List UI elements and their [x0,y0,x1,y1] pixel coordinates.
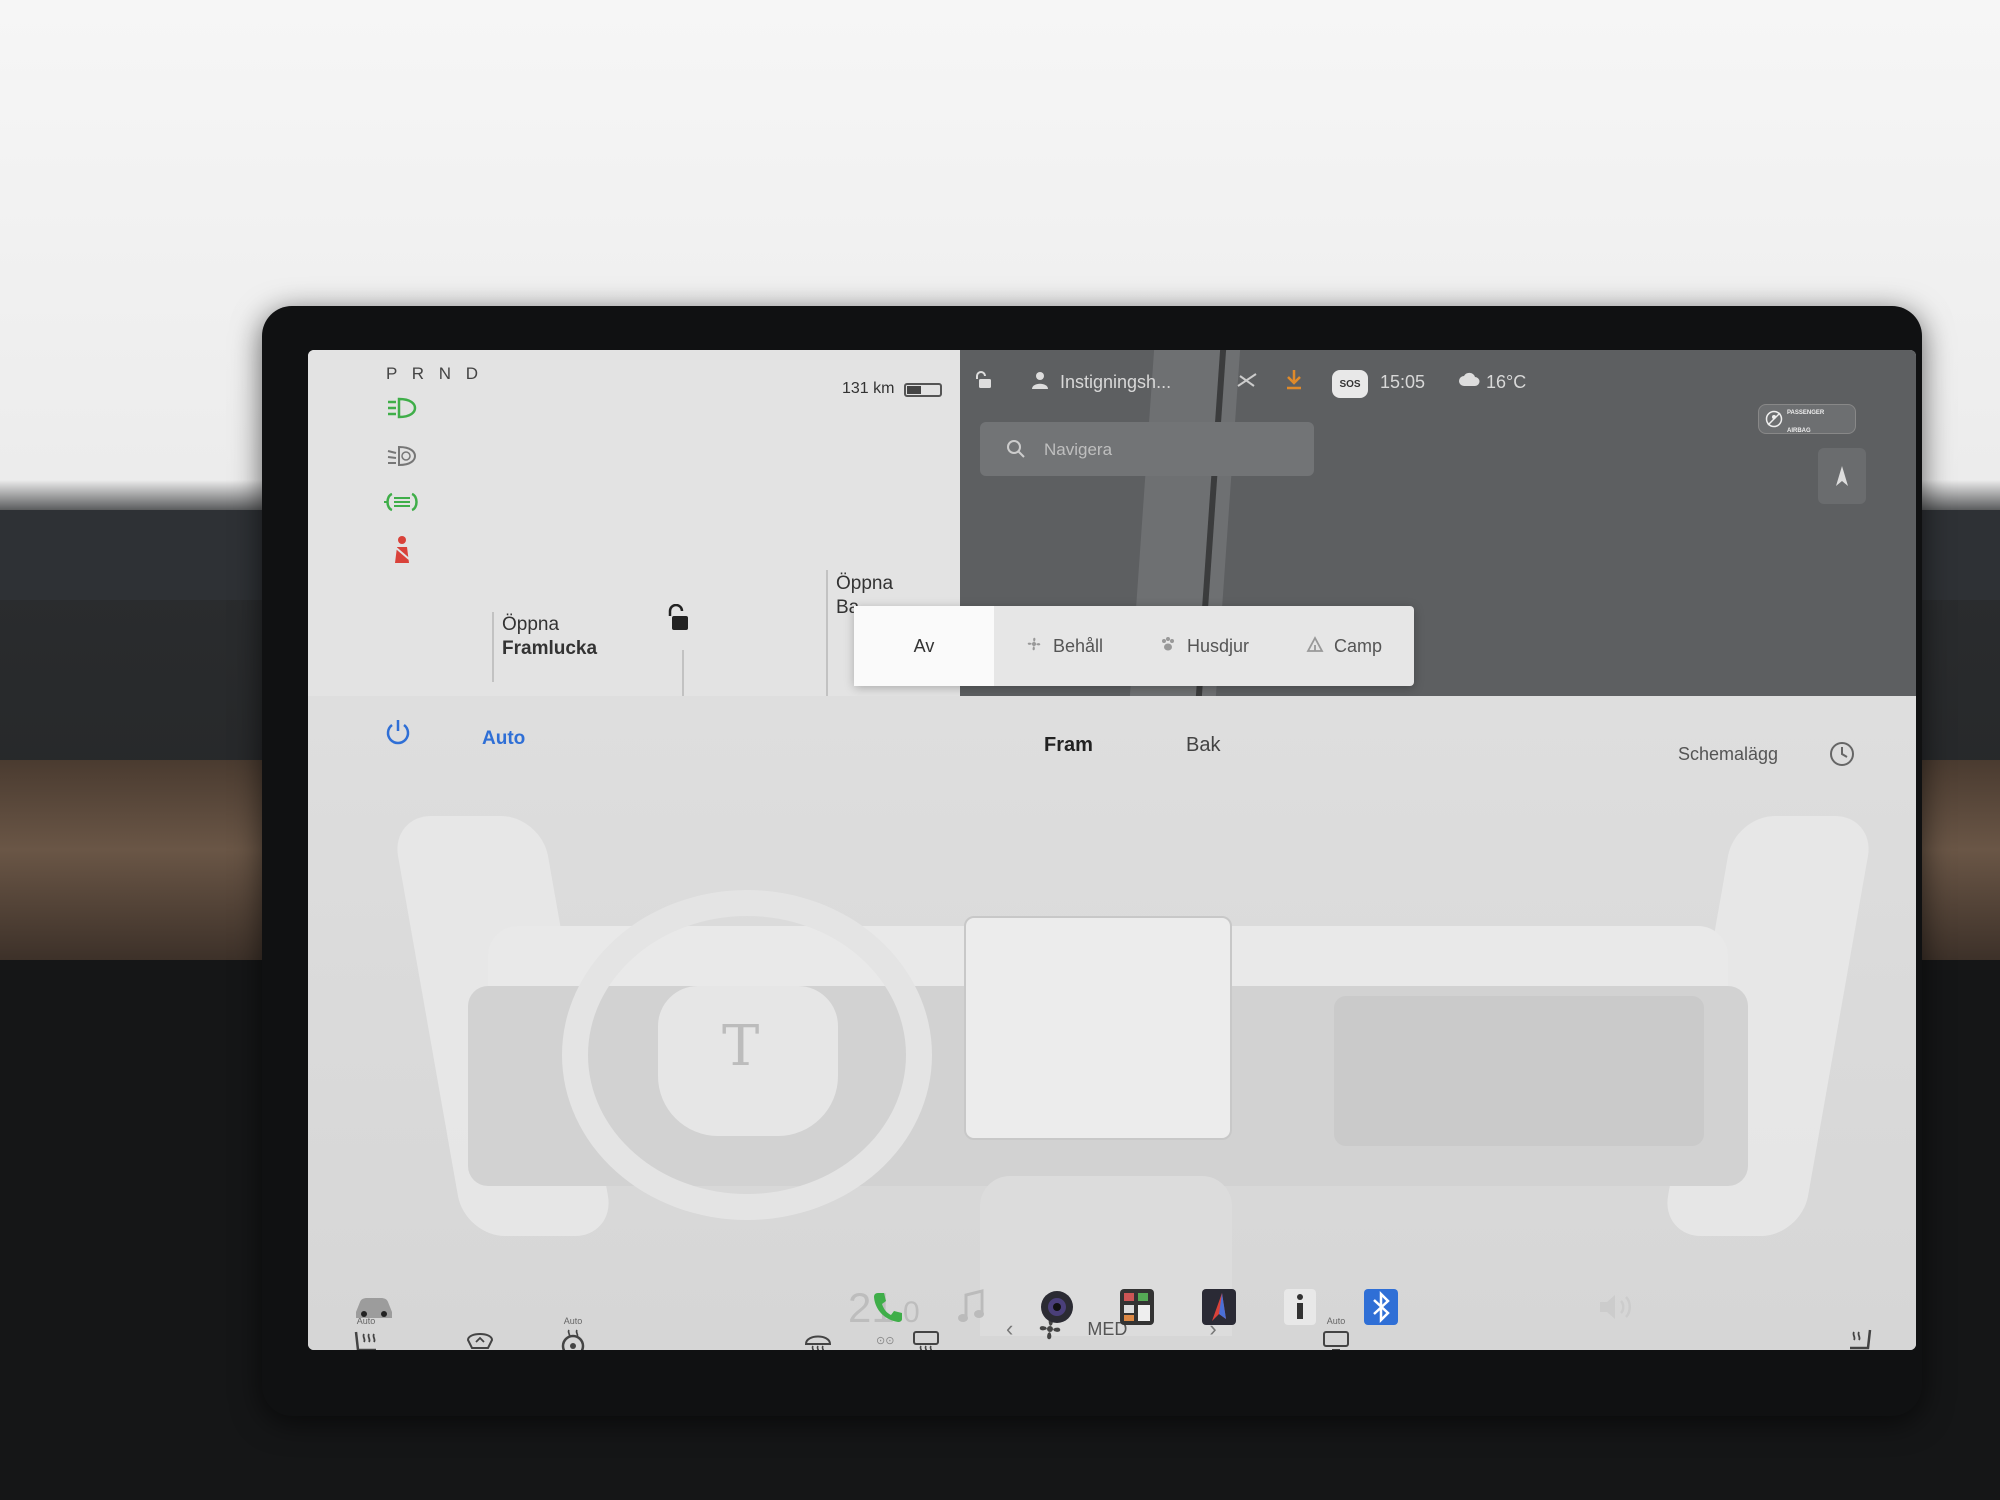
parking-lights-icon [382,440,422,472]
compass-icon [1836,466,1848,486]
battery-icon [904,383,942,397]
airbag-line1: PASSENGER [1787,410,1825,416]
unlock-icon[interactable] [664,603,692,639]
manual-button[interactable] [1282,1282,1318,1332]
app-dock: 21.0 ⊙⊙ [262,1262,1922,1372]
open-rear-line1: Öppna [836,573,894,594]
climate-keeper-selector: Av Behåll Husdjur Camp [854,606,1414,686]
open-front-trunk-button[interactable]: Öppna Framlucka [502,613,597,661]
apps-button[interactable] [1118,1282,1156,1332]
seat-sync-icon: ⊙⊙ [876,1335,895,1347]
divider [826,570,828,696]
mode-keep-label: Behåll [1052,635,1104,656]
fan-small-icon [1025,635,1043,658]
paw-icon [1159,635,1177,658]
cabin-center-display [964,916,1232,1140]
volume-icon [1600,1295,1631,1319]
power-icon [386,720,410,745]
passenger-airbag-indicator: PASSENGER AIRBAG [1758,404,1856,434]
headlights-icon [382,392,422,424]
touchscreen: P R N D 131 km Öppna Framlucka Öppna Ba [308,350,1916,1350]
open-front-line2: Framlucka [502,638,598,659]
bluetooth-button[interactable] [1362,1282,1400,1332]
camera-button[interactable] [1038,1282,1076,1332]
lock-status-icon[interactable] [974,370,994,395]
airbag-line2: AIRBAG [1787,428,1811,434]
airbag-off-icon [1765,410,1783,428]
volume-button[interactable] [1596,1282,1640,1332]
climate-auto-button[interactable]: Auto [482,728,525,750]
cabin-glovebox [1334,996,1704,1146]
download-icon[interactable] [1284,368,1304,395]
mode-keep[interactable]: Behåll [994,606,1134,686]
phone-button[interactable] [870,1282,906,1332]
cloud-icon [1458,372,1480,393]
bluetooth-icon [1364,1289,1398,1325]
mode-camp-label: Camp [1333,635,1382,656]
seatbelt-warning-icon [382,534,422,566]
profile-name[interactable]: Instigningsh... [1060,372,1171,393]
open-front-line1: Öppna [502,614,560,635]
search-placeholder: Navigera [1044,440,1113,459]
music-button[interactable] [956,1282,986,1332]
search-icon [1007,440,1025,458]
mode-camp[interactable]: Camp [1274,606,1414,686]
schedule-button[interactable]: Schemalägg [1678,744,1778,765]
divider [682,650,684,696]
tent-icon [1306,635,1324,658]
navigate-search-input[interactable]: Navigera [980,422,1314,476]
gear-selector: P R N D [386,364,484,383]
mode-dog-label: Husdjur [1186,635,1250,656]
apps-icon [1120,1289,1154,1325]
divider [492,612,494,682]
navigation-icon [1202,1289,1236,1325]
mode-off-label: Av [913,635,935,656]
tab-front[interactable]: Fram [1044,734,1093,757]
navigation-button[interactable] [1200,1282,1238,1332]
car-icon [356,1298,392,1318]
tab-rear[interactable]: Bak [1186,734,1220,757]
profile-icon[interactable] [1030,370,1050,395]
no-connection-icon [1236,370,1258,395]
climate-power-button[interactable] [382,716,414,753]
brand-logo: T [722,1014,760,1079]
info-icon [1284,1289,1316,1325]
climate-panel: Auto Fram Bak Schemalägg T Auto Auto ‹ M… [308,696,1916,1350]
music-icon [958,1289,984,1322]
car-menu-button[interactable] [352,1282,396,1332]
mode-dog[interactable]: Husdjur [1134,606,1274,686]
status-bar: Instigningsh... SOS 15:05 16°C PASSENGER… [960,350,1916,434]
mode-off[interactable]: Av [854,606,994,686]
range-label: 131 km [842,380,895,397]
clock-icon[interactable] [1828,740,1856,773]
outside-temperature: 16°C [1486,372,1527,392]
sos-button[interactable]: SOS [1332,370,1368,398]
map-orientation-button[interactable] [1818,448,1866,504]
phone-icon [874,1293,902,1322]
fog-lights-icon [382,486,422,518]
camera-icon [1041,1291,1073,1323]
clock-time: 15:05 [1380,372,1426,392]
